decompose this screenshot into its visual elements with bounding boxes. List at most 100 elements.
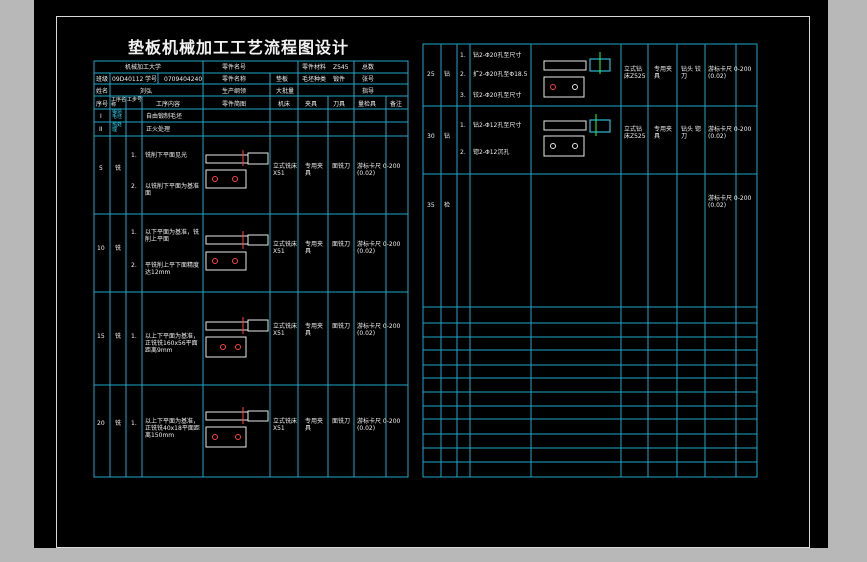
row-15-machine: 立式铣床X51 xyxy=(273,323,298,337)
row-5-fixture: 专用夹具 xyxy=(305,163,324,177)
row-10-content2: 平铣削上平下面精度达12mm xyxy=(145,262,200,276)
row-25-step1: 1. xyxy=(460,52,466,59)
row-30-content1: 钻2-Φ12孔至尺寸 xyxy=(473,122,522,129)
row-5-step2: 2. xyxy=(131,183,137,190)
row-15-fixture: 专用夹具 xyxy=(305,323,324,337)
student-no-label: 学号 xyxy=(145,76,158,83)
row-15-name: 铣 xyxy=(115,333,122,340)
part-sketch-10 xyxy=(205,231,269,271)
part-sketch-5 xyxy=(205,150,269,189)
row-20-tool: 面铣刀 xyxy=(332,418,351,425)
row-15-gauge: 游标卡尺 0-200 (0.02) xyxy=(357,323,401,337)
row-15-tool: 面铣刀 xyxy=(332,323,351,330)
row-20-content1: 以上下平面为基准，正铣铣40x18平面距离150mm xyxy=(145,418,200,439)
row-5-content1: 铣削下平面见光 xyxy=(145,152,188,159)
row-20-no: 20 xyxy=(97,420,105,427)
row-30-fixture: 专用夹具 xyxy=(654,126,673,140)
row-35-name: 检 xyxy=(444,202,451,209)
part-sketch-20 xyxy=(205,407,269,448)
row-25-machine: 立式钻床Z525 xyxy=(624,66,646,80)
row-30-gauge: 游标卡尺 0-200 (0.02) xyxy=(708,126,752,140)
row-25-tool: 钻头 铰刀 xyxy=(681,66,701,80)
table-grid xyxy=(93,43,758,478)
row-i-content: 自由锻制毛坯 xyxy=(146,113,183,120)
student-no-value: 0709404240 xyxy=(164,76,203,83)
col-header-remark: 备注 xyxy=(390,101,403,108)
row-15-step1: 1. xyxy=(131,333,137,340)
page-label: 张号 xyxy=(362,76,375,83)
blank-type-value: 锻件 xyxy=(333,76,346,83)
col-header-no: 序号 xyxy=(96,101,109,108)
name-label: 姓名 xyxy=(96,88,109,95)
row-10-step1: 1. xyxy=(131,229,137,236)
production-value: 大批量 xyxy=(276,88,295,95)
row-ii-name: 热处理 xyxy=(112,122,123,133)
row-5-tool: 面铣刀 xyxy=(332,163,351,170)
row-20-step1: 1. xyxy=(131,420,137,427)
name-value: 刘弘 xyxy=(140,88,153,95)
col-header-machine: 机床 xyxy=(278,101,291,108)
row-20-machine: 立式铣床X51 xyxy=(273,418,298,432)
row-30-machine: 立式钻床Z525 xyxy=(624,126,646,140)
row-20-gauge: 游标卡尺 0-200 (0.02) xyxy=(357,418,401,432)
col-header-process: 工序名称 xyxy=(111,97,127,108)
row-30-name: 钻 xyxy=(444,133,451,140)
row-20-fixture: 专用夹具 xyxy=(305,418,324,432)
row-10-tool: 面铣刀 xyxy=(332,241,351,248)
row-i-name: 锻造毛坯 xyxy=(112,109,123,120)
material-value: Z545 xyxy=(333,64,349,71)
row-10-name: 铣 xyxy=(115,245,122,252)
row-5-content2: 以铣削下平面为基准面 xyxy=(145,183,200,197)
row-10-gauge: 游标卡尺 0-200 (0.02) xyxy=(357,241,401,255)
row-5-gauge: 游标卡尺 0-200 (0.02) xyxy=(357,163,401,177)
row-30-tool: 钻头 锪刀 xyxy=(681,126,701,140)
row-25-content1: 钻2-Φ20孔至尺寸 xyxy=(473,52,522,59)
row-5-step1: 1. xyxy=(131,152,137,159)
guide-label: 指导 xyxy=(362,88,375,95)
row-30-step2: 2. xyxy=(460,149,466,156)
production-label: 生产纲领 xyxy=(222,88,247,95)
row-ii-no: II xyxy=(99,126,103,133)
row-30-no: 30 xyxy=(427,133,435,140)
row-10-step2: 2. xyxy=(131,262,137,269)
row-ii-content: 正火处理 xyxy=(146,126,171,133)
part-sketch-15 xyxy=(205,317,269,358)
class-value: 09D40112 xyxy=(112,76,144,83)
part-no-label: 零件名号 xyxy=(222,64,247,71)
row-10-no: 10 xyxy=(97,245,105,252)
row-5-name: 铣 xyxy=(115,165,122,172)
row-25-content2: 扩2-Φ20孔至Φ18.5 xyxy=(473,71,528,78)
col-header-tool: 刀具 xyxy=(333,101,346,108)
row-10-fixture: 专用夹具 xyxy=(305,241,324,255)
col-header-content: 工序内容 xyxy=(156,101,181,108)
part-sketch-30 xyxy=(543,114,611,157)
row-25-fixture: 专用夹具 xyxy=(654,66,673,80)
row-5-machine: 立式铣床X51 xyxy=(273,163,298,177)
row-35-no: 35 xyxy=(427,202,435,209)
blank-type-label: 毛坯种类 xyxy=(302,76,327,83)
row-15-content1: 以上下平面为基准，正铣铣160x56平面距离9mm xyxy=(145,333,200,354)
class-label: 班级 xyxy=(96,76,109,83)
row-10-machine: 立式铣床X51 xyxy=(273,241,298,255)
row-35-gauge: 游标卡尺 0-200 (0.02) xyxy=(708,195,752,209)
row-25-content3: 铰2-Φ20孔至尺寸 xyxy=(473,92,522,99)
col-header-step: 工步号 xyxy=(127,97,143,103)
school-name: 机械加工大学 xyxy=(125,64,162,71)
part-name-value: 垫板 xyxy=(276,76,289,83)
row-25-name: 钻 xyxy=(444,71,451,78)
col-header-sketch: 零件简图 xyxy=(222,101,247,108)
col-header-fixture: 夹具 xyxy=(305,101,318,108)
row-30-step1: 1. xyxy=(460,122,466,129)
part-name-label: 零件名称 xyxy=(222,76,247,83)
total-label: 总数 xyxy=(362,64,375,71)
row-i-no: I xyxy=(100,113,102,120)
col-header-gauge: 量检具 xyxy=(358,101,377,108)
row-15-no: 15 xyxy=(97,333,105,340)
row-25-no: 25 xyxy=(427,71,435,78)
document-title: 垫板机械加工工艺流程图设计 xyxy=(128,38,350,57)
row-25-gauge: 游标卡尺 0-200 (0.02) xyxy=(708,66,752,80)
row-20-name: 铣 xyxy=(115,420,122,427)
row-5-no: 5 xyxy=(99,165,103,172)
row-25-step2: 2. xyxy=(460,71,466,78)
row-30-content2: 锪2-Φ12沉孔 xyxy=(473,149,510,156)
